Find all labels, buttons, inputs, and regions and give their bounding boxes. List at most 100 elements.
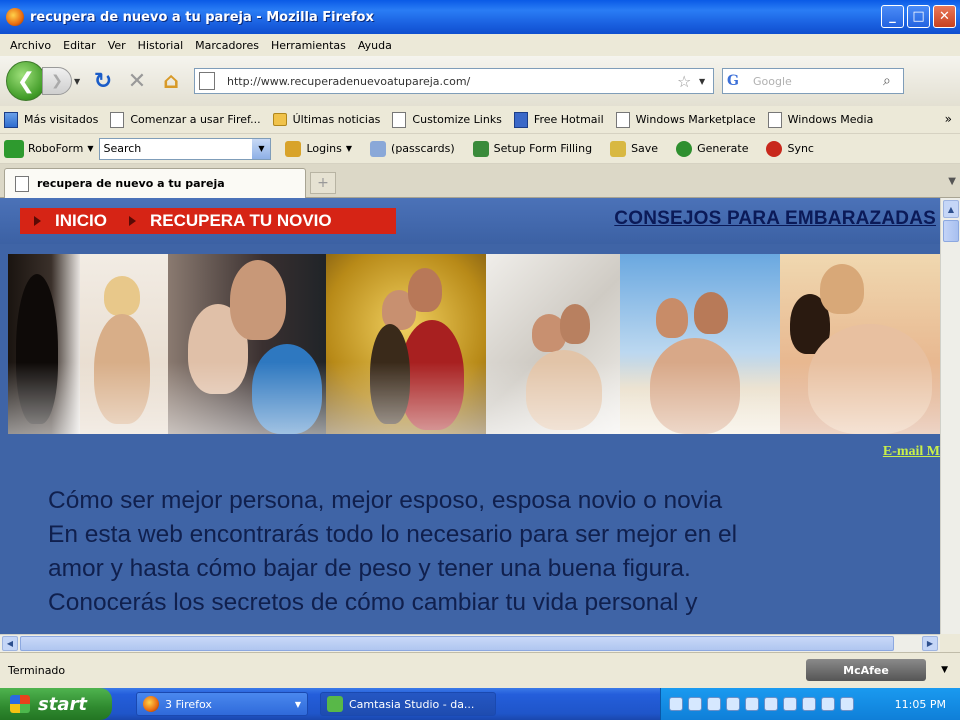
minimize-button[interactable]: _ [881,5,904,28]
firefox-icon [143,696,159,712]
setup-form-filling-button[interactable]: Setup Form Filling [472,140,592,157]
vertical-scrollbar[interactable]: ▲ [940,198,960,634]
bookmark-windows-media[interactable]: Windows Media [767,111,873,128]
menu-herramientas[interactable]: Herramientas [265,39,352,52]
chevron-down-icon: ▼ [294,699,301,709]
tab-label: recupera de nuevo a tu pareja [37,177,225,190]
sync-icon [766,140,783,157]
tab-list-icon[interactable]: ▼ [948,176,956,187]
passcards-button[interactable]: (passcards) [370,140,455,157]
generate-button[interactable]: Generate [676,140,748,157]
tray-icon[interactable] [840,697,854,711]
chevron-down-icon[interactable]: ▼ [252,138,271,159]
tab-recupera[interactable]: recupera de nuevo a tu pareja [4,168,306,198]
site-navigation: INICIO RECUPERA TU NOVIO CONSEJOS PARA E… [0,198,940,244]
taskbar-camtasia[interactable]: Camtasia Studio - da... [320,692,496,716]
firefox-icon [6,8,24,26]
tray-icon[interactable] [821,697,835,711]
google-icon[interactable]: G [727,73,753,89]
page-icon [767,111,782,128]
rss-folder-icon [272,113,287,126]
tray-icon[interactable] [783,697,797,711]
bookmark-comenzar[interactable]: Comenzar a usar Firef... [110,111,261,128]
banner-photo-2 [80,254,168,434]
bookmark-free-hotmail[interactable]: Free Hotmail [513,111,604,128]
maximize-button[interactable]: □ [907,5,930,28]
search-icon[interactable]: ⌕ [883,73,903,89]
roboform-search-input[interactable]: Search ▼ [99,137,272,160]
tab-bar: recupera de nuevo a tu pareja + ▼ [0,164,960,198]
save-icon [610,140,627,157]
bookmark-windows-marketplace[interactable]: Windows Marketplace [615,111,756,128]
bookmark-star-icon[interactable]: ☆ [677,72,699,91]
search-box[interactable]: G Google ⌕ [722,68,904,94]
banner-photo-7 [780,254,940,434]
back-button[interactable]: ❮ [6,61,46,101]
nav-inicio[interactable]: INICIO [34,211,107,231]
tray-icon[interactable] [669,697,683,711]
page-icon [110,111,125,128]
horizontal-scrollbar[interactable]: ◀ ▶ [0,634,940,652]
stop-icon[interactable]: ✕ [120,64,154,98]
tray-icon[interactable] [802,697,816,711]
bookmark-customize-links[interactable]: Customize Links [392,111,502,128]
menu-historial[interactable]: Historial [132,39,189,52]
forward-button[interactable]: ❯ [42,67,72,95]
menu-archivo[interactable]: Archivo [4,39,57,52]
nav-recupera-tu-novio[interactable]: RECUPERA TU NOVIO [128,211,332,231]
tray-icon[interactable] [707,697,721,711]
passcard-icon [370,140,387,157]
scroll-left-icon[interactable]: ◀ [2,636,18,651]
tray-icon[interactable] [745,697,759,711]
new-tab-button[interactable]: + [310,172,336,194]
mcafee-button[interactable]: McAfee [806,659,926,681]
consejos-link[interactable]: CONSEJOS PARA EMBARAZADAS [614,208,936,230]
tray-icon[interactable] [726,697,740,711]
menu-marcadores[interactable]: Marcadores [189,39,265,52]
reload-icon[interactable]: ↻ [86,64,120,98]
address-bar[interactable]: http://www.recuperadenuevoatupareja.com/… [194,68,714,94]
menu-ayuda[interactable]: Ayuda [352,39,398,52]
home-icon[interactable]: ⌂ [154,64,188,98]
banner-photo-1 [8,254,80,434]
intro-line: Conocerás los secretos de cómo cambiar t… [48,589,698,616]
search-input[interactable]: Google [753,75,883,88]
save-button[interactable]: Save [610,140,658,157]
chevron-more-icon[interactable]: » [945,112,952,126]
horizontal-scroll-thumb[interactable] [20,636,894,651]
email-link[interactable]: E-mail M [883,444,940,460]
url-dropdown-icon[interactable]: ▼ [699,77,713,86]
bookmark-mas-visitados[interactable]: Más visitados [4,111,98,128]
url-text[interactable]: http://www.recuperadenuevoatupareja.com/ [227,75,677,88]
sync-button[interactable]: Sync [766,140,814,157]
page-icon [392,111,407,128]
roboform-menu[interactable]: RoboForm ▼ [4,139,93,158]
history-dropdown-icon[interactable]: ▼ [74,77,86,86]
couples-banner [8,254,940,434]
clock[interactable]: 11:05 PM [895,698,946,711]
scroll-right-icon[interactable]: ▶ [922,636,938,651]
windows-logo-icon [10,695,30,713]
page-icon [15,175,29,192]
close-button[interactable]: ✕ [933,5,956,28]
menu-bar: Archivo Editar Ver Historial Marcadores … [0,34,960,56]
start-button[interactable]: start [0,688,112,720]
scroll-up-icon[interactable]: ▲ [943,200,959,218]
menu-ver[interactable]: Ver [102,39,132,52]
arrow-right-icon [34,216,41,226]
menu-editar[interactable]: Editar [57,39,102,52]
windows-taskbar: start 3 Firefox ▼ Camtasia Studio - da..… [0,688,960,720]
taskbar-firefox[interactable]: 3 Firefox ▼ [136,692,308,716]
intro-line: En esta web encontrarás todo lo necesari… [48,521,738,548]
vertical-scroll-thumb[interactable] [943,220,959,242]
bookmark-ultimas-noticias[interactable]: Últimas noticias [272,113,380,126]
status-text: Terminado [8,664,66,677]
tray-icon[interactable] [764,697,778,711]
banner-photo-5 [486,254,620,434]
tray-icon[interactable] [688,697,702,711]
page-icon [199,72,215,90]
chevron-down-icon[interactable]: ▼ [941,665,948,675]
logins-button[interactable]: Logins ▼ [285,140,352,157]
forward-arrow-icon: ❯ [51,73,63,89]
arrow-right-icon [128,216,136,226]
